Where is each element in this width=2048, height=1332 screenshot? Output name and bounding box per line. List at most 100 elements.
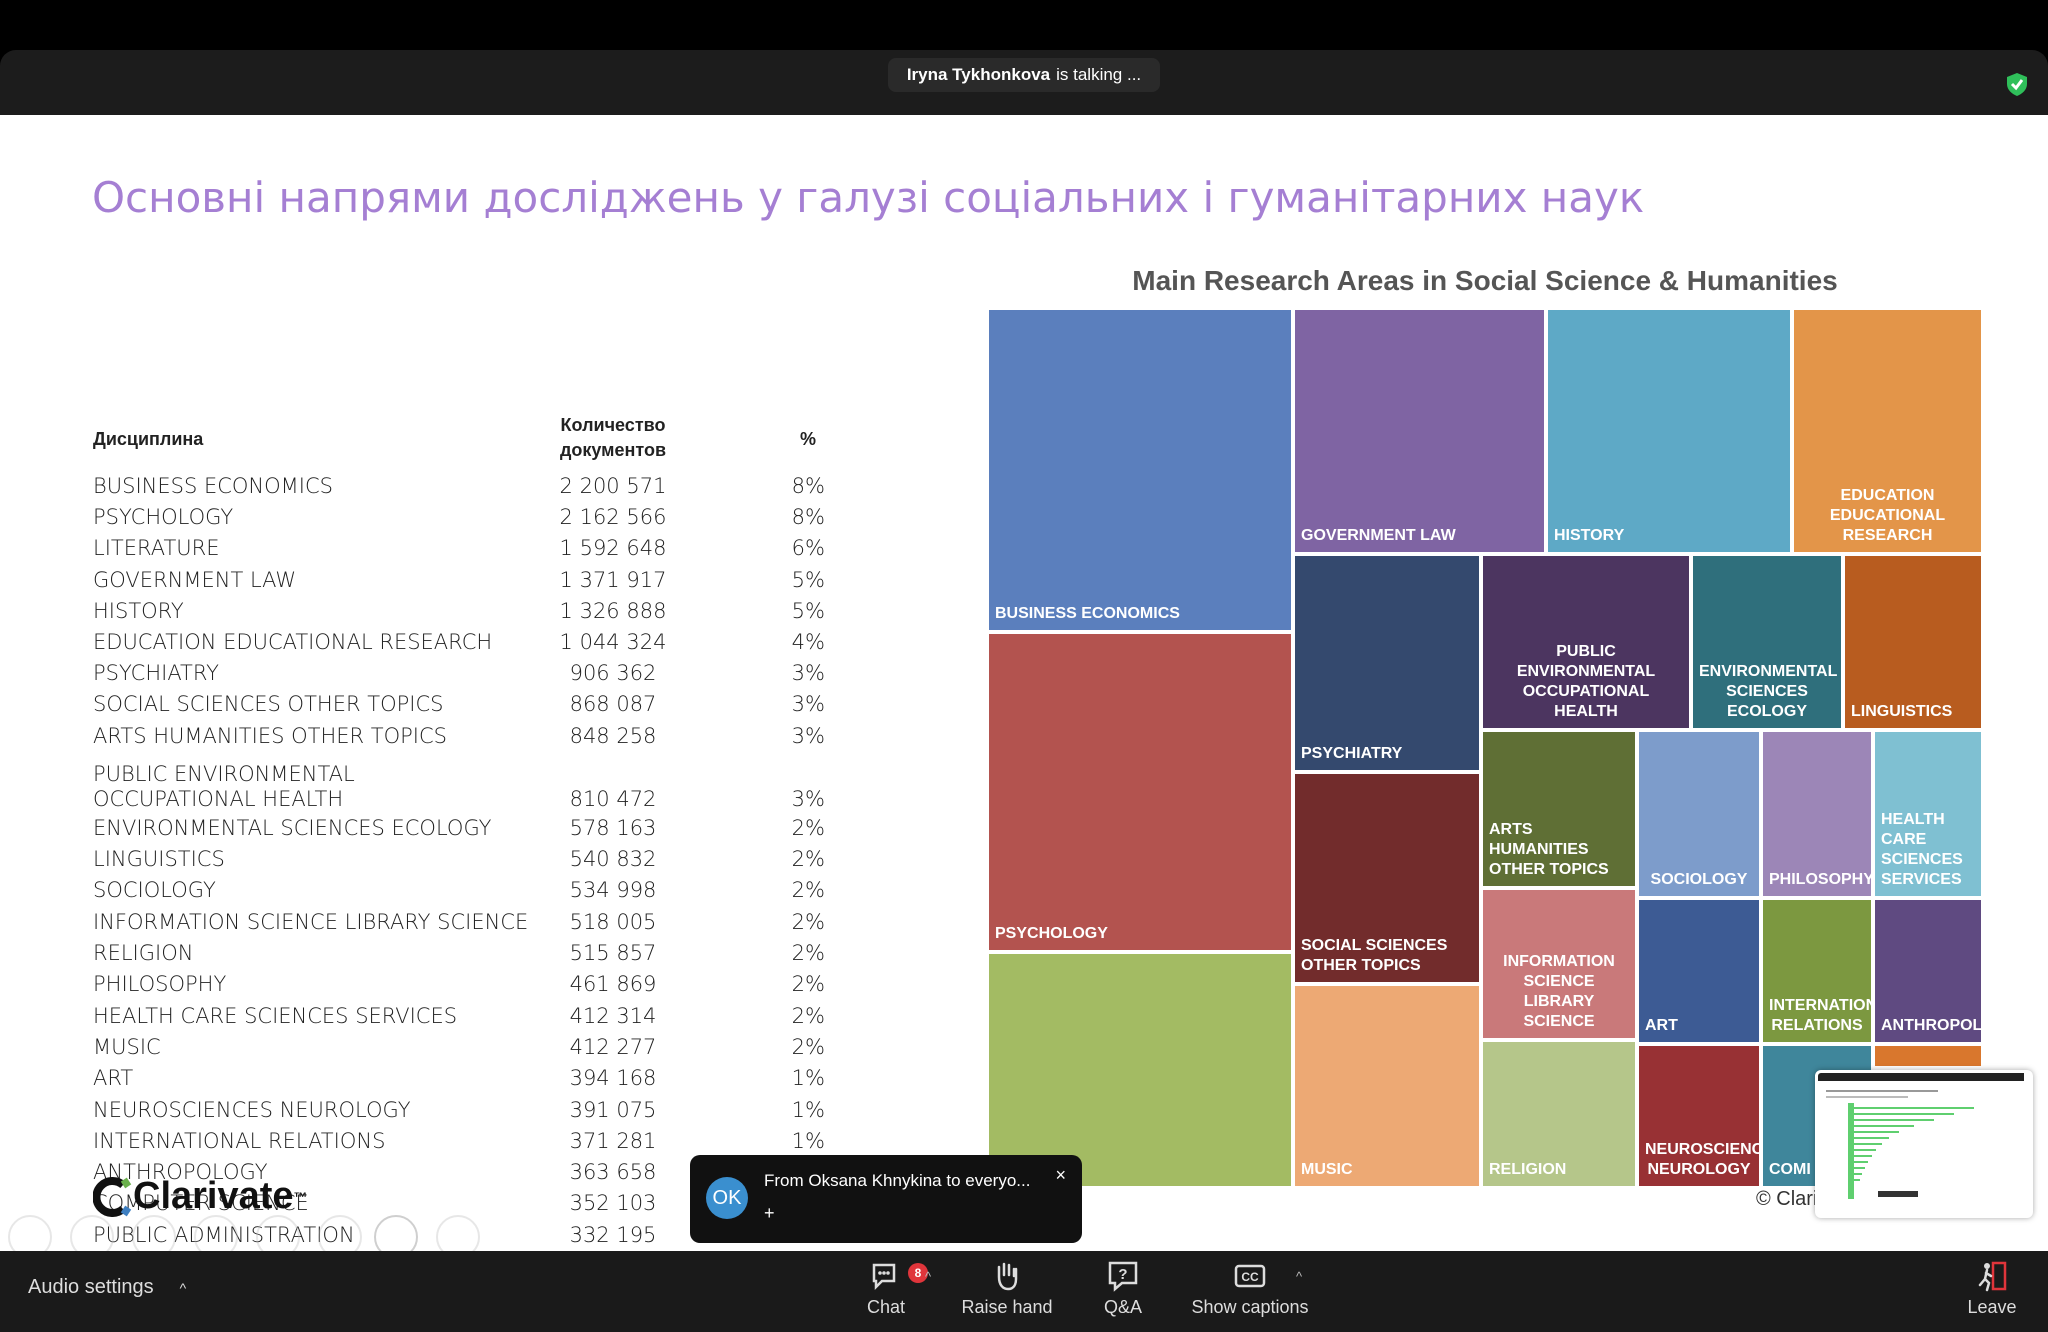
- document-count: 848 258: [569, 724, 657, 748]
- treemap-cell-label: HEALTH CARE SCIENCES SERVICES: [1881, 811, 1963, 888]
- treemap-cell-label: PHILOSOPHY: [1769, 871, 1873, 888]
- percent-value: 2%: [791, 1035, 825, 1059]
- percent-value: 3%: [791, 692, 825, 716]
- percent-value: 2%: [791, 941, 825, 965]
- discipline-name: PUBLIC ENVIRONMENTAL: [93, 762, 355, 786]
- document-count: 810 472: [569, 787, 657, 811]
- chat-label: Chat: [866, 1297, 906, 1317]
- copyright-text: © Clari: [1756, 1188, 1818, 1210]
- document-count: 352 103: [569, 1191, 657, 1215]
- leave-button[interactable]: Leave: [1962, 1259, 2022, 1318]
- percent-value: 4%: [791, 630, 825, 654]
- document-count: 1 592 648: [559, 536, 667, 560]
- treemap-cell-label: ANTHROPOLOGY: [1881, 1017, 1983, 1034]
- treemap-cell-label: BUSINESS ECONOMICS: [995, 605, 1180, 622]
- cc-icon: CC: [1234, 1264, 1266, 1288]
- slide-title: Основні напрями досліджень у галузі соці…: [92, 173, 1645, 222]
- col-header-count-line1: Количество: [560, 415, 666, 435]
- treemap-cell: SOCIOLOGY: [1637, 730, 1761, 898]
- percent-value: 3%: [791, 661, 825, 685]
- percent-value: 1%: [791, 1129, 825, 1153]
- chevron-up-icon[interactable]: ^: [180, 1280, 187, 1296]
- speaker-indicator: Iryna Tykhonkova is talking ...: [888, 58, 1160, 92]
- treemap-cell: HISTORY: [1546, 308, 1792, 554]
- col-header-count: Количество документов: [533, 413, 693, 463]
- discipline-name: PHILOSOPHY: [93, 972, 227, 996]
- col-header-percent: %: [799, 429, 816, 449]
- document-count: 371 281: [569, 1129, 657, 1153]
- treemap-cell: EDUCATION EDUCATIONAL RESEARCH: [1792, 308, 1983, 554]
- document-count: 578 163: [569, 816, 657, 840]
- clarivate-logo-icon: [93, 1176, 132, 1217]
- chat-notification[interactable]: OK From Oksana Khnykina to everyo... + ×: [690, 1155, 1082, 1243]
- treemap-cell-label: INFORMATION SCIENCE LIBRARY SCIENCE: [1503, 953, 1615, 1030]
- document-count: 906 362: [569, 661, 657, 685]
- leave-icon: [1978, 1261, 2007, 1292]
- discipline-name: LITERATURE: [93, 536, 220, 560]
- close-icon[interactable]: ×: [1055, 1165, 1066, 1186]
- show-captions-button[interactable]: CC Show captions: [1188, 1259, 1312, 1318]
- treemap-cell-label: RELIGION: [1489, 1161, 1567, 1178]
- col-header-discipline: Дисциплина: [93, 429, 204, 449]
- document-count: 1 044 324: [559, 630, 667, 654]
- discipline-name: LINGUISTICS: [93, 847, 225, 871]
- document-count: 2 162 566: [559, 505, 667, 529]
- treemap-cell: MUSIC: [1293, 984, 1481, 1188]
- clarivate-logo: Clarivate ™: [93, 1175, 308, 1218]
- treemap-cell-label: PSYCHIATRY: [1301, 745, 1403, 762]
- treemap-cell: PSYCHIATRY: [1293, 554, 1481, 772]
- svg-text:?: ?: [1118, 1266, 1127, 1283]
- document-count: 363 658: [569, 1160, 657, 1184]
- discipline-name: SOCIAL SCIENCES OTHER TOPICS: [93, 692, 444, 716]
- qa-button[interactable]: ? Q&A: [1098, 1259, 1148, 1318]
- document-count: 515 857: [569, 941, 657, 965]
- document-count: 1 326 888: [559, 599, 667, 623]
- document-count: 868 087: [569, 692, 657, 716]
- chat-button[interactable]: 8 Chat: [858, 1259, 928, 1318]
- document-count: 412 277: [569, 1035, 657, 1059]
- speaker-name: Iryna Tykhonkova: [906, 65, 1051, 84]
- treemap-cell-label: EDUCATION EDUCATIONAL RESEARCH: [1829, 487, 1946, 544]
- document-count: 412 314: [569, 1004, 657, 1028]
- audio-settings-label: Audio settings: [28, 1276, 154, 1298]
- captions-chevron-up-icon[interactable]: ^: [1296, 1269, 1302, 1284]
- treemap-cell-label: NEUROSCIENCES NEUROLOGY: [1645, 1141, 1761, 1178]
- svg-text:CC: CC: [1241, 1270, 1259, 1284]
- discipline-name-line2: OCCUPATIONAL HEALTH: [93, 787, 344, 811]
- document-count: 518 005: [569, 910, 657, 934]
- percent-value: 2%: [791, 972, 825, 996]
- chat-icon: [872, 1263, 896, 1291]
- treemap-cell: E: [987, 952, 1293, 1188]
- percent-value: 1%: [791, 1098, 825, 1122]
- notification-message[interactable]: From Oksana Khnykina to everyo...: [764, 1171, 1030, 1191]
- document-count: 461 869: [569, 972, 657, 996]
- treemap-cell-label: ENVIRONMENTAL SCIENCES ECOLOGY: [1699, 663, 1838, 720]
- raise-hand-button[interactable]: Raise hand: [955, 1259, 1059, 1318]
- discipline-name: RELIGION: [93, 941, 194, 965]
- document-count: 534 998: [569, 878, 657, 902]
- chat-chevron-up-icon[interactable]: ^: [925, 1269, 931, 1284]
- presenter-thumbnail[interactable]: [1815, 1070, 2033, 1218]
- treemap-cell: HEALTH CARE SCIENCES SERVICES: [1873, 730, 1983, 898]
- treemap-cell: PHILOSOPHY: [1761, 730, 1873, 898]
- percent-value: 3%: [791, 724, 825, 748]
- document-count: 540 832: [569, 847, 657, 871]
- document-count: 394 168: [569, 1066, 657, 1090]
- percent-value: 2%: [791, 910, 825, 934]
- discipline-name: SOCIOLOGY: [93, 878, 216, 902]
- chart-title: Main Research Areas in Social Science & …: [1132, 265, 1838, 296]
- shared-slide: Основні напрями досліджень у галузі соці…: [0, 115, 2048, 1278]
- discipline-name: MUSIC: [93, 1035, 161, 1059]
- audio-settings-button[interactable]: Audio settings ^: [28, 1276, 186, 1299]
- treemap-cell: ENVIRONMENTAL SCIENCES ECOLOGY: [1691, 554, 1843, 730]
- trademark-mark: ™: [293, 1188, 308, 1205]
- treemap-cell: ANTHROPOLOGY: [1873, 898, 1983, 1044]
- hand-icon: [997, 1262, 1018, 1291]
- document-count: 391 075: [569, 1098, 657, 1122]
- treemap-chart: BUSINESS ECONOMICS PSYCHOLOGY E GOVERNMENT …: [987, 308, 1983, 1188]
- reply-plus-button[interactable]: +: [764, 1203, 775, 1224]
- percent-value: 8%: [791, 505, 825, 529]
- percent-value: 1%: [791, 1066, 825, 1090]
- shield-check-icon[interactable]: [2004, 71, 2030, 97]
- discipline-name: HEALTH CARE SCIENCES SERVICES: [93, 1004, 458, 1028]
